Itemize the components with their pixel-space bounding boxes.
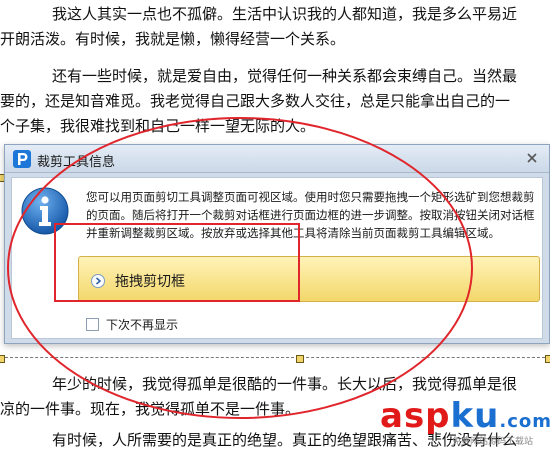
- watermark-suffix-text: .com: [499, 411, 550, 432]
- dialog-content: 您可以用页面剪切工具调整页面可视区域。使用时您只需要拖拽一个矩形选矿到您想裁剪的…: [11, 177, 543, 339]
- watermark-logo: aspku.com 免费网站源码下载站: [362, 396, 550, 450]
- close-icon[interactable]: [521, 149, 543, 169]
- text-line: 年少的时候，我觉得孤单是很酷的一件事。长大以后，我觉得孤单是很: [52, 375, 518, 393]
- dialog-titlebar[interactable]: 裁剪工具信息: [5, 145, 549, 173]
- watermark-ku-text: ku: [450, 396, 500, 436]
- text-line: 个子集，我很难找到和自己一样一望无际的人。: [0, 117, 316, 135]
- chevron-right-icon: [91, 273, 105, 288]
- paragraph-1: 我这人其实一点也不孤僻。生活中认识我的人都知道，我是多么平易近 开朗活泼。有时候…: [0, 2, 550, 52]
- text-line: 开朗活泼。有时候，我就是懒，懒得经营一个关系。: [0, 30, 346, 48]
- crop-handle-bottom-right[interactable]: [545, 355, 550, 363]
- app-p-icon: [13, 150, 31, 168]
- drag-crop-frame-button[interactable]: 拖拽剪切框: [78, 256, 540, 302]
- watermark-subtitle: 免费网站源码下载站: [452, 437, 534, 447]
- text-line: 还有一些时候，就是爱自由，觉得任何一种关系都会束缚自己。当然最: [52, 67, 518, 85]
- crop-handle-bottom-left[interactable]: [0, 355, 5, 363]
- text-line: 我这人其实一点也不孤僻。生活中认识我的人都知道，我是多么平易近: [52, 5, 518, 23]
- paragraph-2: 还有一些时候，就是爱自由，觉得任何一种关系都会束缚自己。当然最 要的，还是知音难…: [0, 64, 550, 139]
- text-line: 要的，还是知音难觅。我老觉得自己跟大多数人交往，总是只能拿出自己的一: [0, 92, 511, 110]
- dont-show-again-label: 下次不再显示: [106, 318, 179, 332]
- drag-crop-frame-label: 拖拽剪切框: [115, 274, 185, 290]
- dialog-message: 您可以用页面剪切工具调整页面可视区域。使用时您只需要拖拽一个矩形选矿到您想裁剪的…: [86, 190, 535, 240]
- watermark-asp-text: asp: [380, 396, 451, 436]
- crop-handle-bottom-middle[interactable]: [296, 355, 304, 363]
- dont-show-again-checkbox[interactable]: [86, 318, 99, 331]
- crop-tool-info-dialog: 裁剪工具信息 您可以用页面剪切工具调整页面可视区域。使用时您只需要拖拽一个矩形选…: [4, 144, 550, 344]
- info-icon: [20, 186, 70, 236]
- dialog-title: 裁剪工具信息: [37, 155, 116, 170]
